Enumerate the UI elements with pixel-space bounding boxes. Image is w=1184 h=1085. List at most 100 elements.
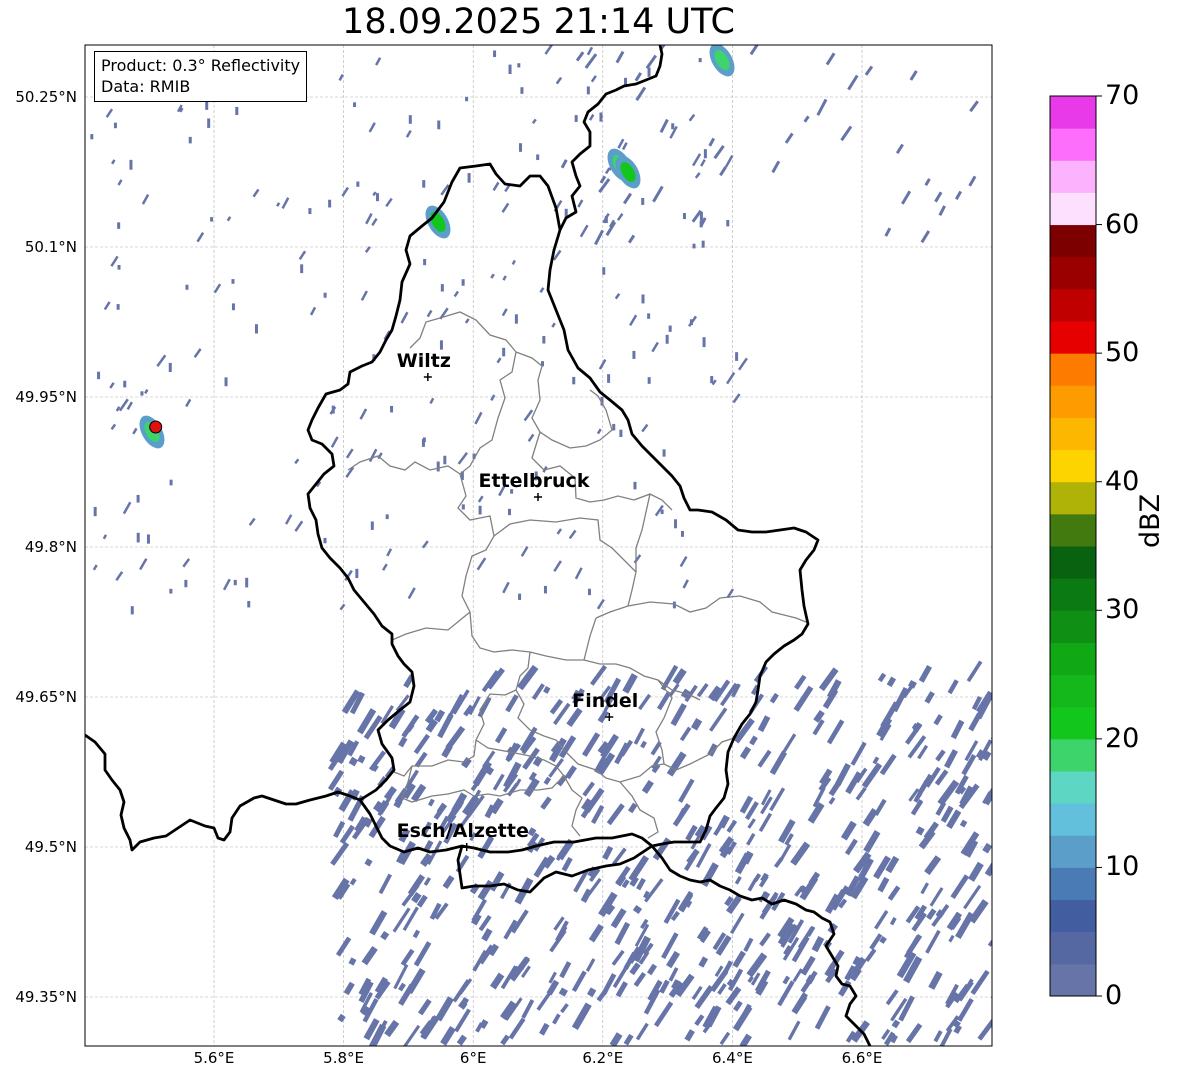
echo-cell — [864, 65, 874, 76]
echo-cell — [873, 798, 887, 817]
echo-cell — [651, 341, 659, 353]
colorbar-segment — [1050, 449, 1096, 483]
echo-cell — [586, 46, 594, 56]
lon-tick-label: 6.6°E — [842, 1049, 883, 1067]
echo-cell — [501, 308, 508, 317]
echo-cell — [690, 718, 703, 731]
echo-cell — [360, 1005, 371, 1017]
echo-cell — [184, 579, 188, 588]
echo-cell — [602, 845, 614, 860]
echo-cell — [551, 322, 556, 328]
echo-cell — [672, 668, 687, 685]
echo-cell — [294, 458, 300, 465]
colorbar-segment — [1050, 963, 1096, 997]
echo-cell — [427, 798, 435, 807]
echo-cell — [1000, 986, 1007, 1000]
echo-cell — [115, 406, 121, 412]
echo-cell — [418, 998, 432, 1016]
city-label: Ettelbruck — [479, 470, 590, 492]
echo-cell — [684, 1029, 695, 1042]
lon-tick-label: 6.4°E — [712, 1049, 753, 1067]
national-borders — [85, 45, 872, 1046]
echo-cell — [787, 1020, 801, 1041]
echo-cell — [539, 287, 545, 293]
echo-cell — [571, 970, 587, 993]
echo-cell — [169, 479, 173, 486]
colorbar-segment — [1050, 931, 1096, 965]
echo-cell — [622, 192, 633, 205]
echo-cell — [400, 948, 415, 967]
echo-cell — [343, 981, 355, 996]
echo-cell — [117, 264, 121, 270]
echo-cell — [365, 213, 373, 225]
echo-cell — [575, 51, 585, 62]
echo-cell — [386, 548, 393, 557]
echo-cell — [103, 301, 111, 311]
echo-cell — [360, 290, 368, 301]
echo-cell — [375, 193, 379, 202]
echo-cell — [478, 915, 492, 932]
echo-cell — [140, 391, 144, 396]
echo-cell — [224, 377, 228, 387]
echo-cell — [891, 686, 909, 713]
colorbar-tick-label: 10 — [1105, 851, 1140, 883]
echo-cell — [944, 749, 958, 769]
echo-cell — [520, 546, 529, 557]
echo-cell — [369, 910, 388, 936]
echo-cell — [489, 972, 505, 990]
echo-cell — [102, 534, 108, 540]
echo-cell — [371, 217, 378, 226]
echo-cell — [933, 1030, 943, 1043]
echo-cell — [92, 564, 98, 571]
echo-cell — [990, 995, 992, 999]
city-label: Findel — [572, 690, 638, 712]
echo-cell — [929, 887, 944, 907]
colorbar-segment — [1050, 578, 1096, 611]
echo-cell — [588, 113, 595, 121]
colorbar-segment — [1050, 96, 1096, 129]
echo-cell — [523, 409, 534, 422]
echo-cell — [368, 448, 378, 463]
echo-cell — [456, 1034, 467, 1046]
colorbar-tick-label: 70 — [1105, 80, 1140, 111]
echo-cell — [375, 57, 382, 66]
echo-cell — [647, 377, 651, 384]
echo-cell — [558, 987, 568, 997]
echo-cell — [543, 585, 547, 594]
echo-cell — [726, 371, 736, 385]
city-label: Wiltz — [397, 350, 451, 372]
echo-cell — [800, 955, 816, 976]
echo-cell — [123, 380, 127, 388]
colorbar-unit-label: dBZ — [1135, 493, 1166, 548]
echo-cell — [629, 962, 641, 976]
echo-cell — [205, 101, 209, 110]
echo-cell — [717, 983, 727, 995]
echo-cell — [398, 736, 408, 748]
echo-cell — [330, 436, 339, 448]
echo-cell — [364, 246, 371, 253]
echo-cell — [917, 744, 929, 760]
colorbar-segment — [1050, 256, 1096, 290]
echo-cell — [710, 376, 714, 384]
echo-cell — [492, 773, 505, 791]
echo-cell — [694, 1014, 705, 1026]
echo-cell — [385, 197, 393, 208]
echo-cell — [488, 871, 505, 892]
echo-cell — [719, 1031, 731, 1046]
echo-cell — [935, 801, 947, 816]
colorbar-segment — [1050, 321, 1096, 354]
echo-cell — [423, 877, 432, 886]
lon-tick-label: 6°E — [460, 1049, 487, 1067]
echo-cell — [560, 1003, 569, 1014]
map-canvas: 5.6°E 5.8°E 6°E 6.2°E 6.4°E 6.6°E 50.25°N 50.1°… — [15, 44, 1102, 1067]
echo-cell — [364, 858, 373, 867]
echo-cell — [954, 190, 963, 201]
echo-cell — [874, 909, 889, 930]
echo-cell — [210, 217, 214, 222]
echo-cell — [700, 159, 706, 167]
echo-cell — [861, 762, 883, 789]
echo-cell — [385, 514, 389, 520]
product-info-box: Product: 0.3° Reflectivity Data: RMIB — [94, 51, 308, 102]
echo-cell — [115, 571, 124, 582]
colorbar-segment — [1050, 867, 1096, 901]
